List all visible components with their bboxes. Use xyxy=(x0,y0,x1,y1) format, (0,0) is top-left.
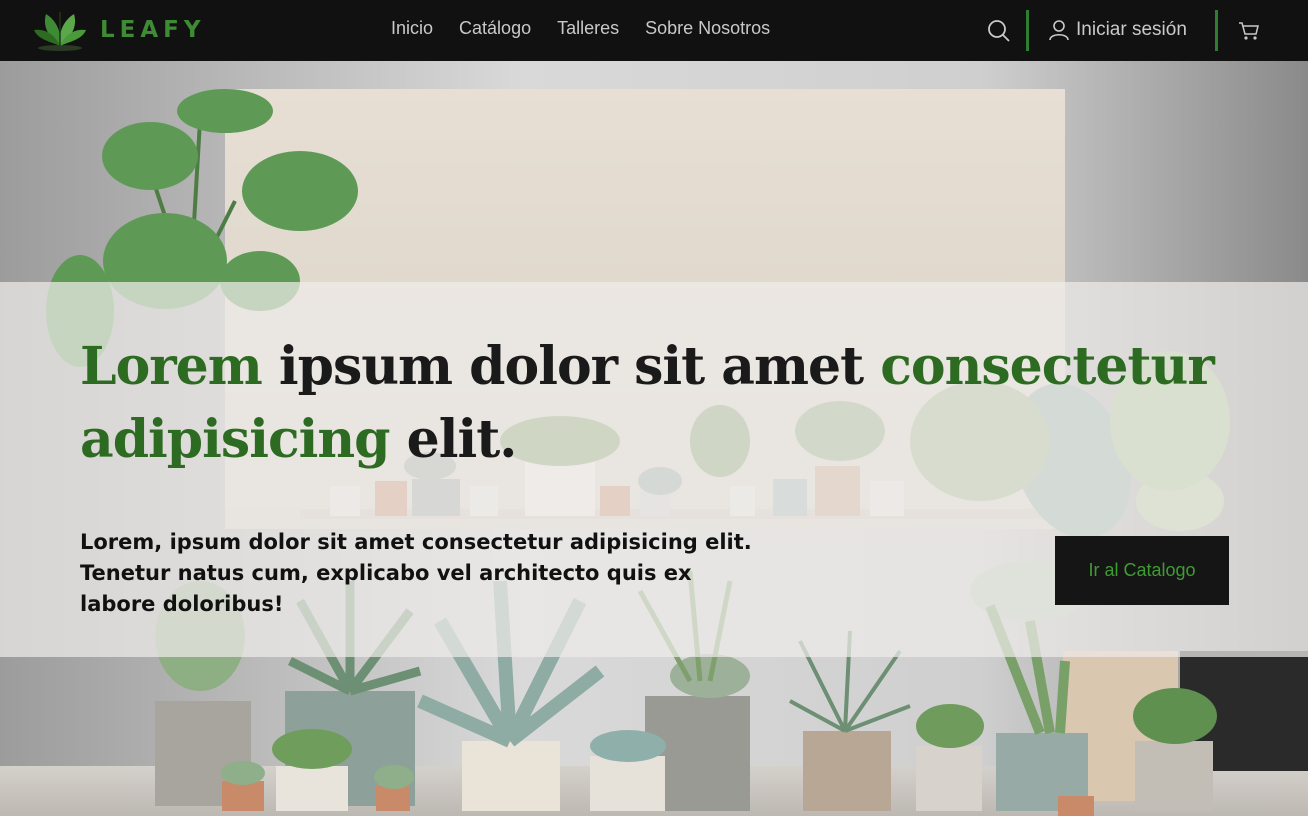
hero-title-part: ipsum dolor sit amet xyxy=(261,336,881,397)
search-icon xyxy=(988,20,1010,42)
search-button[interactable] xyxy=(987,19,1011,47)
login-label: Iniciar sesión xyxy=(1076,19,1187,40)
login-button[interactable]: Iniciar sesión xyxy=(1048,19,1187,41)
hero-title-part: elit. xyxy=(389,409,518,470)
nav-link-catalogo[interactable]: Catálogo xyxy=(459,18,531,39)
brand[interactable]: LEAFY xyxy=(32,8,206,52)
hero-subtitle: Lorem, ipsum dolor sit amet consectetur … xyxy=(80,530,752,616)
nav-divider xyxy=(1026,10,1029,51)
catalog-cta-button[interactable]: Ir al Catalogo xyxy=(1055,536,1229,605)
user-icon xyxy=(1049,20,1069,41)
nav-link-talleres[interactable]: Talleres xyxy=(557,18,619,39)
leaf-logo-icon xyxy=(34,12,86,51)
hero-title-part: Lorem xyxy=(80,336,263,397)
navbar: LEAFY Inicio Catálogo Talleres Sobre Nos… xyxy=(0,0,1308,61)
nav-link-sobre-nosotros[interactable]: Sobre Nosotros xyxy=(645,18,770,39)
main-nav-links: Inicio Catálogo Talleres Sobre Nosotros xyxy=(391,18,770,39)
cart-icon xyxy=(1239,22,1259,40)
nav-divider xyxy=(1215,10,1218,51)
nav-link-inicio[interactable]: Inicio xyxy=(391,18,433,39)
cart-button[interactable] xyxy=(1238,21,1260,45)
hero-title: Lorem ipsum dolor sit amet consectetur a… xyxy=(80,330,1260,476)
brand-name: LEAFY xyxy=(100,17,206,43)
